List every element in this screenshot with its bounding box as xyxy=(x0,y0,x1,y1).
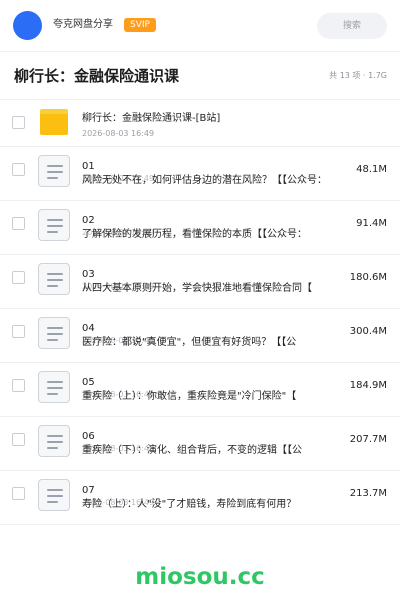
file-row[interactable]: 07 2026-08-03 16:49 寿险（上）：人"没"了才赔钱，寿险到底有… xyxy=(0,471,400,525)
file-size: 91.4M xyxy=(356,218,387,229)
file-row[interactable]: 06 2026-08-03 16:49 重疾险（下）：演化、组合背后，不变的逻辑… xyxy=(0,417,400,471)
meta-separator: · xyxy=(362,71,366,80)
file-size: 213.7M xyxy=(349,488,387,499)
folder-date: 2026-08-03 16:49 xyxy=(82,129,155,138)
document-icon xyxy=(38,209,70,241)
svip-badge[interactable]: SVIP xyxy=(124,18,156,32)
app-logo-icon xyxy=(13,11,42,40)
file-row[interactable]: 01 2026-08-03 16:49 风险无处不在，如何评估身边的潜在风险？【… xyxy=(0,147,400,201)
total-size: 1.7G xyxy=(368,71,387,80)
document-icon xyxy=(38,155,70,187)
file-number: 03 xyxy=(82,269,95,280)
file-number: 04 xyxy=(82,323,95,334)
file-title[interactable]: 从四大基本原则开始，学会快狠准地看懂保险合同【 xyxy=(82,282,340,296)
file-size: 207.7M xyxy=(349,434,387,445)
file-number: 01 xyxy=(82,161,95,172)
file-title[interactable]: 寿险（上）：人"没"了才赔钱，寿险到底有何用？ xyxy=(82,498,340,512)
file-size: 300.4M xyxy=(349,326,387,337)
select-checkbox[interactable] xyxy=(12,325,25,338)
select-checkbox[interactable] xyxy=(12,217,25,230)
file-title[interactable]: 重疾险（下）：演化、组合背后，不变的逻辑【【公 xyxy=(82,444,340,458)
document-icon xyxy=(38,371,70,403)
select-checkbox[interactable] xyxy=(12,433,25,446)
file-number: 05 xyxy=(82,377,95,388)
select-checkbox[interactable] xyxy=(12,379,25,392)
file-number: 07 xyxy=(82,485,95,496)
top-bar: 夸克网盘分享 SVIP 搜索 xyxy=(0,0,400,52)
share-meta: 共 13 项 · 1.7G xyxy=(329,70,387,82)
select-checkbox[interactable] xyxy=(12,116,25,129)
document-icon xyxy=(38,425,70,457)
page-title: 柳行长：金融保险通识课 xyxy=(14,67,180,85)
file-row[interactable]: 02 2026-08-03 16:49 了解保险的发展历程，看懂保险的本质【【公… xyxy=(0,201,400,255)
file-row[interactable]: 05 2026-08-03 16:49 重疾险（上）：你敢信，重疾险竟是"冷门保… xyxy=(0,363,400,417)
file-size: 48.1M xyxy=(356,164,387,175)
app-name: 夸克网盘分享 xyxy=(53,19,113,30)
search-button[interactable]: 搜索 xyxy=(317,13,387,39)
file-title[interactable]: 医疗险：都说"真便宜"，但便宜有好货吗？【【公 xyxy=(82,336,340,350)
file-list: 柳行长：金融保险通识课-[B站] 2026-08-03 16:49 01 202… xyxy=(0,100,400,525)
file-row[interactable]: 03 2026-08-03 16:49 从四大基本原则开始，学会快狠准地看懂保险… xyxy=(0,255,400,309)
watermark: miosou.cc xyxy=(135,564,265,590)
file-number: 02 xyxy=(82,215,95,226)
folder-name[interactable]: 柳行长：金融保险通识课-[B站] xyxy=(82,112,220,126)
document-icon xyxy=(38,317,70,349)
folder-icon xyxy=(40,109,68,135)
item-count: 共 13 项 xyxy=(329,71,361,80)
file-title[interactable]: 重疾险（上）：你敢信，重疾险竟是"冷门保险"【 xyxy=(82,390,340,404)
document-icon xyxy=(38,479,70,511)
select-checkbox[interactable] xyxy=(12,271,25,284)
select-checkbox[interactable] xyxy=(12,487,25,500)
title-row: 柳行长：金融保险通识课 共 13 项 · 1.7G xyxy=(0,52,400,100)
file-row[interactable]: 04 2026-08-03 16:49 医疗险：都说"真便宜"，但便宜有好货吗？… xyxy=(0,309,400,363)
file-size: 184.9M xyxy=(349,380,387,391)
file-title[interactable]: 风险无处不在，如何评估身边的潜在风险？【【公众号： xyxy=(82,174,340,188)
folder-row[interactable]: 柳行长：金融保险通识课-[B站] 2026-08-03 16:49 xyxy=(0,100,400,147)
file-size: 180.6M xyxy=(349,272,387,283)
select-checkbox[interactable] xyxy=(12,163,25,176)
file-title[interactable]: 了解保险的发展历程，看懂保险的本质【【公众号： xyxy=(82,228,340,242)
file-number: 06 xyxy=(82,431,95,442)
document-icon xyxy=(38,263,70,295)
